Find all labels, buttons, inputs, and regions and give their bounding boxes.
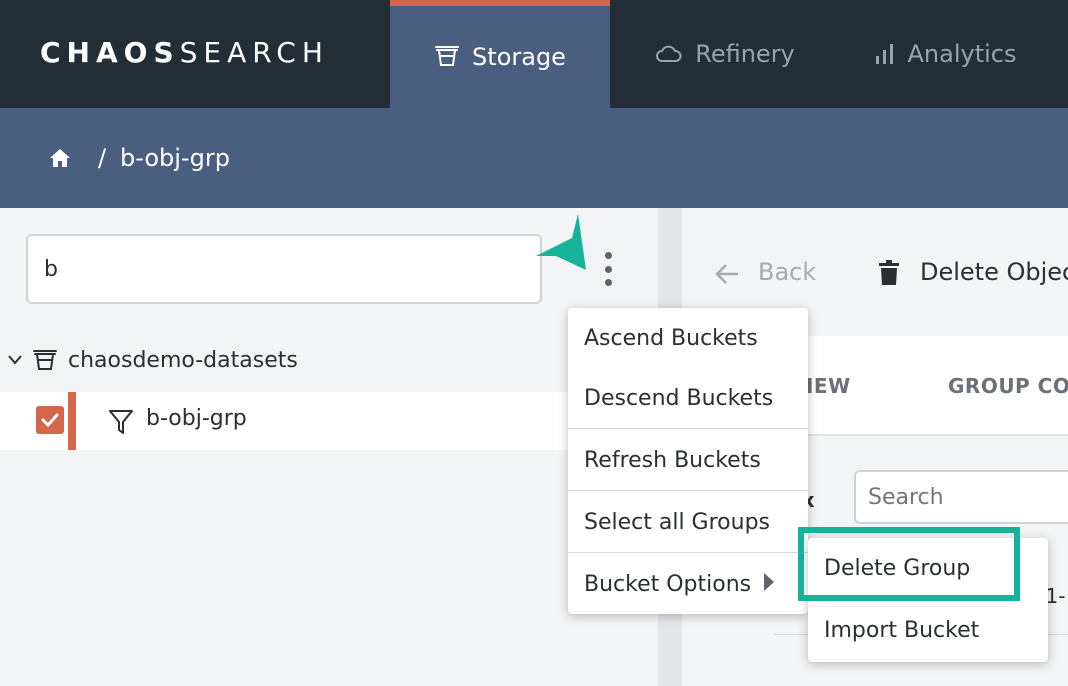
breadcrumb-current[interactable]: b-obj-grp [120, 144, 230, 172]
bucket-icon [435, 46, 460, 66]
highlight-box [798, 527, 1020, 601]
more-options-icon[interactable] [598, 252, 618, 286]
tab-analytics-label: Analytics [907, 40, 1017, 68]
menu-item-refresh-buckets[interactable]: Refresh Buckets [568, 430, 808, 490]
bucket-context-menu: Ascend Buckets Descend Buckets Refresh B… [568, 308, 808, 614]
tree-group-row[interactable] [0, 392, 658, 450]
check-icon [41, 413, 59, 428]
tree-bucket-row[interactable]: chaosdemo-datasets [8, 342, 298, 378]
tab-analytics[interactable]: Analytics [860, 0, 1030, 108]
bar-chart-icon [875, 44, 893, 64]
chaossearch-logo[interactable]: CHAOSSEARCH [40, 36, 329, 69]
tab-storage[interactable]: Storage [390, 0, 610, 108]
caret-right-icon [764, 573, 774, 591]
main-search-input[interactable] [854, 470, 1068, 524]
menu-item-import-bucket[interactable]: Import Bucket [824, 618, 979, 643]
selected-indicator [68, 392, 76, 450]
tab-storage-label: Storage [472, 43, 566, 71]
tab-refinery-label: Refinery [695, 40, 795, 68]
tree-group-label: b-obj-grp [146, 406, 247, 431]
chevron-down-icon[interactable] [8, 355, 22, 365]
menu-item-select-all-groups[interactable]: Select all Groups [568, 492, 808, 552]
tree-bucket-label: chaosdemo-datasets [68, 347, 298, 373]
bucket-icon [33, 350, 57, 370]
menu-divider [568, 552, 808, 553]
menu-item-ascend-buckets[interactable]: Ascend Buckets [568, 308, 808, 368]
cloud-icon [656, 45, 682, 62]
delete-objects-button[interactable]: Delete Objec [920, 258, 1068, 286]
group-checkbox[interactable] [36, 406, 64, 434]
home-icon[interactable] [48, 146, 72, 170]
menu-divider [568, 490, 808, 491]
tab-refinery[interactable]: Refinery [640, 0, 810, 108]
sidebar-search-input[interactable] [26, 234, 542, 304]
back-button[interactable]: Back [758, 258, 816, 286]
tab-group-config[interactable]: GROUP CO [948, 374, 1068, 398]
pointer-arrow-icon [536, 214, 586, 270]
trash-icon[interactable] [878, 260, 900, 286]
menu-item-descend-buckets[interactable]: Descend Buckets [568, 368, 808, 428]
funnel-icon [109, 410, 133, 434]
arrow-left-icon[interactable] [714, 262, 740, 286]
breadcrumb-separator: / [98, 144, 107, 172]
menu-divider [568, 428, 808, 429]
